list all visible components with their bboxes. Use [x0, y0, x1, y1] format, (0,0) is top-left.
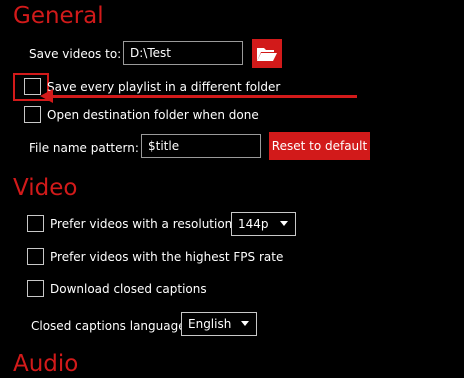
prefer-fps-label: Prefer videos with the highest FPS rate [50, 250, 284, 264]
chevron-down-icon [241, 321, 249, 326]
browse-folder-button[interactable] [252, 39, 282, 68]
open-destination-checkbox[interactable] [24, 106, 41, 123]
general-section-title: General [13, 3, 104, 29]
save-videos-label: Save videos to: [29, 47, 122, 61]
video-section-title: Video [13, 175, 78, 201]
prefer-resolution-label: Prefer videos with a resolution of [50, 217, 248, 231]
chevron-down-icon [280, 221, 288, 226]
captions-language-value: English [188, 317, 232, 331]
file-name-pattern-field[interactable]: $title [141, 134, 261, 158]
open-destination-label: Open destination folder when done [47, 108, 259, 122]
save-playlist-checkbox[interactable] [24, 78, 41, 95]
reset-to-default-button[interactable]: Reset to default [269, 132, 370, 160]
annotation-arrow-line [52, 95, 357, 98]
audio-section-title: Audio [13, 351, 79, 377]
captions-language-label: Closed captions language: [31, 319, 190, 333]
annotation-arrow-head [40, 89, 53, 103]
download-captions-label: Download closed captions [50, 282, 207, 296]
resolution-select-value: 144p [238, 217, 269, 231]
download-captions-checkbox[interactable] [27, 280, 44, 297]
resolution-select[interactable]: 144p [231, 212, 296, 236]
prefer-resolution-checkbox[interactable] [27, 215, 44, 232]
file-name-pattern-label: File name pattern: [29, 141, 139, 155]
captions-language-select[interactable]: English [181, 312, 257, 336]
prefer-fps-checkbox[interactable] [27, 248, 44, 265]
save-playlist-label: Save every playlist in a different folde… [47, 80, 281, 94]
save-path-field[interactable]: D:\Test [123, 41, 243, 65]
folder-open-icon [257, 48, 277, 61]
